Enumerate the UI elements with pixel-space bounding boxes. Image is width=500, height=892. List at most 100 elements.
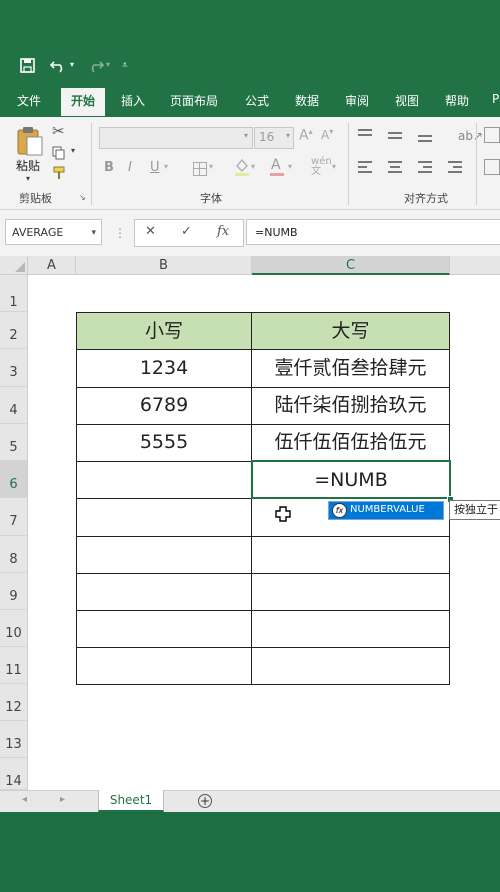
table-header-lowercase[interactable]: 小写 [77, 313, 251, 349]
insert-function-icon[interactable]: fx [217, 224, 229, 239]
cut-icon[interactable]: ✂ [52, 122, 65, 140]
copy-icon[interactable] [52, 145, 66, 164]
worksheet-grid[interactable]: A B C 1 2 3 4 5 6 7 8 9 10 11 12 13 14 小… [0, 256, 500, 790]
sheet-tabs-bar: ◂ ▸ Sheet1 + [0, 790, 500, 813]
row-header-13[interactable]: 13 [0, 721, 28, 758]
format-painter-icon[interactable] [52, 165, 66, 184]
column-header-c[interactable]: C [252, 256, 450, 275]
table-cell[interactable]: 6789 [77, 387, 251, 424]
table-cell[interactable] [77, 461, 251, 498]
table-line [76, 610, 450, 611]
scroll-right-icon[interactable]: ▸ [60, 794, 65, 805]
phonetic-dropdown-icon[interactable]: ▾ [332, 162, 336, 171]
phonetic-icon[interactable]: wén 文 [311, 157, 332, 177]
ribbon-tabs: 文件 开始 插入 页面布局 公式 数据 审阅 视图 帮助 P [0, 88, 500, 116]
name-box-dropdown-icon[interactable]: ▾ [91, 220, 96, 246]
tab-page-layout[interactable]: 页面布局 [170, 92, 218, 109]
bold-icon[interactable]: B [104, 160, 114, 175]
tab-view[interactable]: 视图 [395, 92, 419, 109]
underline-icon[interactable]: U [150, 160, 160, 175]
row-header-3[interactable]: 3 [0, 349, 28, 387]
wrap-text-icon[interactable] [484, 127, 500, 143]
name-box[interactable]: AVERAGE ▾ [5, 219, 102, 245]
row-header-9[interactable]: 9 [0, 573, 28, 610]
tab-insert[interactable]: 插入 [121, 92, 145, 109]
divider [91, 123, 92, 205]
sheet-tab-sheet1[interactable]: Sheet1 [98, 790, 164, 812]
undo-icon[interactable] [49, 58, 68, 77]
italic-icon[interactable]: I [128, 160, 132, 175]
font-size-value: 16 [259, 130, 275, 144]
autocomplete-item[interactable]: fx NUMBERVALUE [328, 501, 444, 520]
tab-more[interactable]: P [492, 92, 499, 106]
grow-font-icon[interactable]: A▴ [299, 127, 313, 144]
tab-home[interactable]: 开始 [61, 88, 106, 116]
enter-icon[interactable]: ✓ [181, 224, 192, 239]
row-header-10[interactable]: 10 [0, 610, 28, 647]
table-line [76, 573, 450, 574]
row-header-1[interactable]: 1 [0, 275, 28, 312]
fill-color-icon[interactable] [234, 157, 250, 181]
tab-file[interactable]: 文件 [17, 92, 41, 109]
row-header-2[interactable]: 2 [0, 312, 28, 349]
column-header-a[interactable]: A [28, 256, 76, 275]
merge-center-icon[interactable] [484, 159, 500, 175]
indent-icon[interactable] [448, 161, 462, 175]
borders-icon[interactable] [193, 162, 207, 176]
font-color-dropdown-icon[interactable]: ▾ [288, 162, 292, 171]
redo-dropdown-icon[interactable]: ▾ [106, 60, 110, 69]
font-name-dropdown-icon[interactable]: ▾ [244, 131, 248, 140]
table-cell[interactable]: 陆仟柒佰捌拾玖元 [252, 387, 449, 424]
font-color-icon[interactable]: A [270, 157, 284, 177]
undo-dropdown-icon[interactable]: ▾ [70, 60, 74, 69]
row-header-11[interactable]: 11 [0, 647, 28, 684]
row-header-5[interactable]: 5 [0, 424, 28, 461]
table-cell[interactable]: 1234 [77, 350, 251, 387]
cancel-icon[interactable]: ✕ [145, 224, 156, 239]
row-header-14[interactable]: 14 [0, 758, 28, 790]
tab-formulas[interactable]: 公式 [245, 92, 269, 109]
row-header-7[interactable]: 7 [0, 498, 28, 536]
name-box-value: AVERAGE [12, 226, 64, 239]
clipboard-launcher-icon[interactable]: ↘ [79, 193, 86, 202]
save-icon[interactable] [20, 58, 35, 77]
scroll-left-icon[interactable]: ◂ [22, 794, 27, 805]
underline-dropdown-icon[interactable]: ▾ [164, 162, 168, 171]
table-cell[interactable]: 壹仟贰佰叁拾肆元 [252, 350, 449, 387]
orientation-icon[interactable]: ab↗ [458, 129, 483, 143]
font-size-dropdown-icon[interactable]: ▾ [286, 131, 290, 140]
tab-data[interactable]: 数据 [295, 92, 319, 109]
row-header-4[interactable]: 4 [0, 387, 28, 424]
font-size-combo[interactable]: 16 ▾ [254, 127, 294, 149]
paste-icon[interactable] [16, 125, 44, 161]
borders-dropdown-icon[interactable]: ▾ [209, 162, 213, 171]
table-cell[interactable]: 5555 [77, 424, 251, 461]
row-header-6[interactable]: 6 [0, 461, 28, 498]
customize-qat-icon[interactable]: ⩡ [122, 60, 128, 71]
column-header-b[interactable]: B [76, 256, 252, 275]
shrink-font-icon[interactable]: A▾ [321, 127, 333, 142]
table-cell[interactable]: 伍仟伍佰伍拾伍元 [252, 424, 449, 461]
formula-bar-grip-icon: ⋮ [114, 226, 126, 240]
tab-review[interactable]: 审阅 [345, 92, 369, 109]
table-line [76, 536, 450, 537]
select-all-corner[interactable] [0, 256, 28, 275]
formula-input[interactable]: =NUMB [246, 219, 500, 245]
function-tooltip: 按独立于 [449, 500, 500, 520]
tab-help[interactable]: 帮助 [445, 92, 469, 109]
active-cell-editor[interactable]: =NUMB [251, 460, 451, 499]
paste-dropdown-icon[interactable]: ▾ [26, 174, 30, 183]
fill-color-dropdown-icon[interactable]: ▾ [251, 162, 255, 171]
group-label-clipboard: 剪贴板 [19, 192, 52, 205]
vertical-align-buttons[interactable] [358, 129, 466, 142]
row-header-12[interactable]: 12 [0, 684, 28, 721]
redo-icon[interactable] [86, 58, 105, 77]
divider [476, 123, 477, 205]
add-sheet-icon[interactable]: + [198, 794, 212, 808]
table-header-uppercase[interactable]: 大写 [252, 313, 449, 349]
column-header-d[interactable] [450, 256, 500, 275]
paste-label[interactable]: 粘贴 [16, 157, 40, 174]
font-name-combo[interactable]: ▾ [99, 127, 253, 149]
row-header-8[interactable]: 8 [0, 536, 28, 573]
copy-dropdown-icon[interactable]: ▾ [71, 146, 75, 155]
